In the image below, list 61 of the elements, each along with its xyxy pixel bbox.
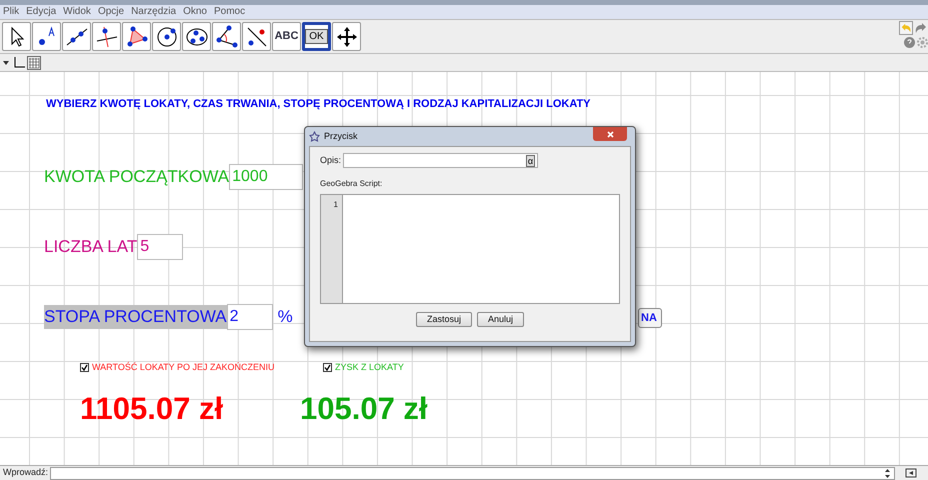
checkbox-label: ZYSK Z LOKATY bbox=[335, 361, 404, 374]
result-value: 105.07 zł bbox=[300, 390, 428, 428]
input-field[interactable]: 5 bbox=[137, 234, 184, 260]
line-number: 1 bbox=[334, 199, 338, 211]
tool-button[interactable] bbox=[152, 22, 181, 51]
menu-item[interactable]: Okno bbox=[183, 7, 207, 17]
input-label: LICZBA LAT bbox=[44, 236, 138, 258]
tool-button[interactable] bbox=[212, 22, 241, 51]
menu-item[interactable]: Narzędzia bbox=[131, 7, 176, 17]
dialog-button[interactable]: Anuluj bbox=[476, 312, 524, 327]
input-label: STOPA PROCENTOWA bbox=[44, 305, 227, 329]
star-icon bbox=[309, 131, 320, 142]
help-icon[interactable] bbox=[904, 37, 915, 48]
reflect-icon bbox=[244, 24, 268, 48]
checkbox[interactable] bbox=[80, 363, 89, 372]
menu-item[interactable]: Opcje bbox=[98, 7, 124, 17]
result-value: 1105.07 zł bbox=[80, 390, 224, 428]
tool-button[interactable] bbox=[32, 22, 61, 51]
grid-icon[interactable] bbox=[27, 56, 41, 70]
script-label: GeoGebra Script: bbox=[320, 178, 384, 190]
input-field[interactable]: 2 bbox=[226, 304, 273, 330]
input-label: KWOTA POCZĄTKOWA bbox=[44, 166, 230, 188]
canvas-button[interactable]: NA bbox=[638, 308, 662, 328]
heading-text: WYBIERZ KWOTĘ LOKATY, CZAS TRWANIA, STOPĘ PROCENTOWĄ I RODZAJ KAPITALIZACJI LOKATY bbox=[46, 97, 591, 112]
tool-button[interactable] bbox=[122, 22, 151, 51]
tool-button[interactable] bbox=[92, 22, 121, 51]
perpendicular-line-icon bbox=[94, 24, 118, 48]
triangle-icon bbox=[124, 24, 148, 48]
undo-icon[interactable] bbox=[899, 21, 913, 35]
tool-button[interactable]: OK bbox=[302, 22, 331, 51]
checkbox-label: WARTOŚĆ LOKATY PO JEJ ZAKOŃCZENIU bbox=[92, 361, 275, 374]
dropdown-caret-icon[interactable] bbox=[3, 60, 9, 64]
move-arrows-icon bbox=[334, 24, 358, 48]
close-button[interactable] bbox=[593, 127, 627, 141]
caption-field[interactable]: α bbox=[343, 153, 538, 168]
angle-icon bbox=[214, 24, 238, 48]
percent-sign: % bbox=[278, 306, 293, 328]
input-bar-label: Wprowadź: bbox=[3, 466, 48, 480]
tool-button[interactable] bbox=[2, 22, 31, 51]
input-bar-field[interactable] bbox=[50, 466, 895, 480]
menu-item[interactable]: Plik bbox=[3, 7, 20, 17]
menu-item[interactable]: Widok bbox=[63, 7, 91, 17]
symbol-button[interactable]: α bbox=[526, 154, 536, 166]
tool-button[interactable] bbox=[182, 22, 211, 51]
ok-tool-label: OK bbox=[305, 29, 328, 44]
spinner-icon[interactable] bbox=[885, 468, 890, 478]
script-editor[interactable]: 1 bbox=[320, 194, 620, 304]
tool-button[interactable] bbox=[332, 22, 361, 51]
menu-item[interactable]: Pomoc bbox=[214, 7, 246, 17]
circle-icon bbox=[154, 24, 178, 48]
close-icon bbox=[606, 130, 614, 138]
dialog-button[interactable]: Zastosuj bbox=[416, 312, 472, 327]
tool-button[interactable] bbox=[62, 22, 91, 51]
caption-label: Opis: bbox=[320, 154, 342, 167]
checkbox[interactable] bbox=[323, 363, 332, 372]
tool-button[interactable]: ABC bbox=[272, 22, 301, 51]
redo-icon[interactable] bbox=[914, 21, 928, 35]
tool-button[interactable] bbox=[242, 22, 271, 51]
menu-item[interactable]: Edycja bbox=[26, 7, 56, 17]
dialog-title: Przycisk bbox=[324, 130, 358, 143]
text-tool-label: ABC bbox=[274, 29, 298, 44]
